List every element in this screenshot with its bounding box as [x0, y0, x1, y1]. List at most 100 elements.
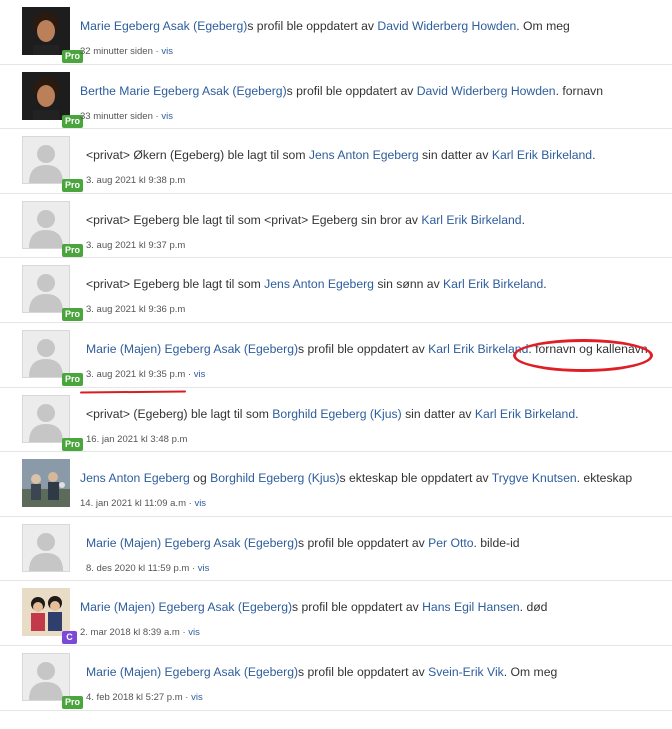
timestamp: 3. aug 2021 kl 9:37 p.m [86, 239, 186, 251]
user-link[interactable]: David Widerberg Howden [377, 19, 516, 33]
feed-text-part: s profil ble oppdatert av [298, 664, 429, 679]
feed-text-part: . ekteskap [576, 471, 633, 486]
pro-badge: Pro [62, 372, 84, 386]
feed-text-part: . fornavn og kallenavn [528, 341, 648, 356]
feed-item: Pro Marie (Majen) Egeberg Asak (Egeberg)… [0, 646, 672, 711]
feed-text-part: sin datter av [418, 148, 492, 163]
profile-link[interactable]: Jens Anton Egeberg [264, 277, 374, 291]
feed-item: C Marie (Majen) Egeberg Asak (Egeberg)s … [0, 581, 672, 646]
avatar[interactable] [22, 588, 70, 637]
timestamp: 3. aug 2021 kl 9:36 p.m [86, 304, 186, 316]
silhouette-avatar[interactable] [22, 136, 70, 185]
timestamp-row: 8. des 2020 kl 11:59 p.m · vis [86, 562, 210, 574]
profile-link[interactable]: Jens Anton Egeberg [80, 471, 190, 485]
feed-item: Jens Anton Egeberg og Borghild Egeberg (… [0, 452, 672, 517]
user-link[interactable]: Karl Erik Birkeland [475, 407, 575, 421]
pro-badge: Pro [62, 437, 84, 451]
feed-text-part: s profil ble oppdatert av [292, 600, 423, 615]
user-link[interactable]: Karl Erik Birkeland [492, 148, 592, 162]
profile-link[interactable]: Borghild Egeberg (Kjus) [210, 471, 339, 485]
vis-link[interactable]: vis [194, 498, 206, 509]
pro-badge: Pro [62, 308, 84, 322]
pro-badge: Pro [62, 695, 84, 709]
feed-text-part: <privat> Egeberg ble lagt til som [86, 277, 265, 292]
profile-link[interactable]: Jens Anton Egeberg [309, 148, 419, 162]
timestamp: 4. feb 2018 kl 5:27 p.m [86, 691, 183, 703]
vis-link[interactable]: vis [188, 627, 200, 638]
feed-text-part: <privat> (Egeberg) ble lagt til som [86, 406, 273, 421]
feed-text-part: . [543, 277, 547, 292]
feed-text-part: . død [519, 600, 548, 615]
avatar[interactable] [22, 459, 70, 508]
c-badge: C [62, 631, 77, 645]
silhouette-avatar[interactable] [22, 265, 70, 314]
silhouette-avatar[interactable] [22, 652, 70, 701]
profile-link[interactable]: Berthe Marie Egeberg Asak (Egeberg) [80, 84, 287, 98]
feed-text-part: s profil ble oppdatert av [247, 19, 378, 33]
feed-text-part: sin datter av [401, 406, 475, 421]
vis-link[interactable]: vis [161, 46, 173, 57]
timestamp-row: 3. aug 2021 kl 9:37 p.m [86, 240, 185, 251]
activity-feed: Pro Marie Egeberg Asak (Egeberg)s profil… [0, 0, 672, 711]
timestamp-row: 3. aug 2021 kl 9:38 p.m [86, 175, 185, 186]
feed-text: <privat> Egeberg ble lagt til som <priva… [86, 212, 525, 228]
user-link[interactable]: David Widerberg Howden [417, 84, 556, 98]
silhouette-avatar[interactable] [22, 200, 70, 249]
vis-link[interactable]: vis [198, 563, 210, 574]
timestamp: 3. aug 2021 kl 9:38 p.m [86, 175, 186, 187]
user-link[interactable]: Trygve Knutsen [492, 471, 577, 485]
feed-text-part: . bilde-id [473, 535, 520, 550]
user-link[interactable]: Svein-Erik Vik [428, 665, 504, 679]
silhouette-avatar[interactable] [22, 394, 70, 443]
profile-link[interactable]: Marie (Majen) Egeberg Asak (Egeberg) [80, 600, 292, 614]
feed-text-part: . [575, 406, 579, 421]
timestamp-row: 3. aug 2021 kl 9:35 p.m · vis [86, 368, 206, 380]
feed-text-part: . [592, 148, 596, 163]
profile-link[interactable]: Marie (Majen) Egeberg Asak (Egeberg) [86, 342, 298, 356]
feed-text: Marie (Majen) Egeberg Asak (Egeberg)s pr… [86, 535, 520, 551]
user-link[interactable]: Per Otto [428, 536, 473, 550]
vis-link[interactable]: vis [194, 369, 206, 380]
feed-item: Pro <privat> (Egeberg) ble lagt til som … [0, 388, 672, 453]
timestamp: 8. des 2020 kl 11:59 p.m [86, 562, 190, 574]
feed-text-part: s profil ble oppdatert av [298, 341, 429, 356]
silhouette-avatar[interactable] [22, 523, 70, 572]
feed-item: Pro Marie Egeberg Asak (Egeberg)s profil… [0, 0, 672, 65]
feed-text-part: . Om meg [503, 664, 558, 679]
feed-text: <privat> (Egeberg) ble lagt til som Borg… [86, 406, 579, 422]
feed-item: Pro <privat> Økern (Egeberg) ble lagt ti… [0, 129, 672, 194]
timestamp-row: 3. aug 2021 kl 9:36 p.m [86, 304, 185, 315]
vis-link[interactable]: vis [161, 111, 173, 122]
profile-link[interactable]: Marie Egeberg Asak (Egeberg) [80, 19, 247, 33]
avatar[interactable] [22, 71, 70, 120]
feed-text: Marie (Majen) Egeberg Asak (Egeberg)s pr… [86, 664, 557, 680]
pro-badge: Pro [62, 243, 84, 257]
feed-text: Marie Egeberg Asak (Egeberg)s profil ble… [80, 18, 570, 34]
timestamp-row: 16. jan 2021 kl 3:48 p.m [86, 434, 187, 445]
user-link[interactable]: Karl Erik Birkeland [443, 277, 543, 291]
feed-text-part: sin sønn av [373, 277, 444, 292]
feed-item: Marie (Majen) Egeberg Asak (Egeberg)s pr… [0, 517, 672, 582]
feed-text-part: s profil ble oppdatert av [286, 83, 417, 98]
feed-text-part: <privat> Økern (Egeberg) ble lagt til so… [86, 148, 309, 163]
vis-link[interactable]: vis [191, 692, 203, 703]
timestamp-row: 2. mar 2018 kl 8:39 a.m · vis [80, 627, 200, 639]
profile-link[interactable]: Marie (Majen) Egeberg Asak (Egeberg) [86, 665, 298, 679]
timestamp: 16. jan 2021 kl 3:48 p.m [86, 433, 188, 445]
profile-link[interactable]: Borghild Egeberg (Kjus) [272, 407, 401, 421]
feed-item: Pro <privat> Egeberg ble lagt til som <p… [0, 194, 672, 259]
profile-link[interactable]: Marie (Majen) Egeberg Asak (Egeberg) [86, 536, 298, 550]
feed-text: <privat> Økern (Egeberg) ble lagt til so… [86, 147, 595, 163]
avatar[interactable] [22, 7, 70, 55]
timestamp-row: 4. feb 2018 kl 5:27 p.m · vis [86, 691, 203, 703]
feed-text: Marie (Majen) Egeberg Asak (Egeberg)s pr… [86, 341, 648, 357]
feed-text-part: s ekteskap ble oppdatert av [339, 471, 492, 486]
feed-text: Marie (Majen) Egeberg Asak (Egeberg)s pr… [80, 599, 547, 615]
silhouette-avatar[interactable] [22, 329, 70, 378]
user-link[interactable]: Karl Erik Birkeland [428, 342, 528, 356]
feed-item: Pro <privat> Egeberg ble lagt til som Je… [0, 258, 672, 323]
timestamp: 2. mar 2018 kl 8:39 a.m [80, 627, 180, 639]
feed-text: <privat> Egeberg ble lagt til som Jens A… [86, 276, 547, 292]
user-link[interactable]: Karl Erik Birkeland [421, 213, 521, 227]
user-link[interactable]: Hans Egil Hansen [422, 600, 520, 614]
